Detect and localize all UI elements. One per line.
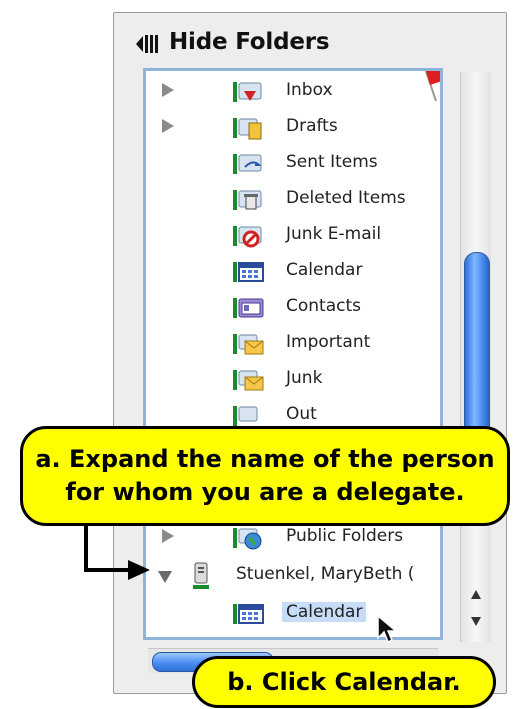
folder-label: Calendar: [282, 602, 367, 622]
flag-icon: [425, 71, 440, 102]
folder-label: Sent Items: [286, 152, 378, 172]
folder-item-drafts[interactable]: Drafts: [146, 109, 440, 145]
folder-label: Junk E-mail: [286, 224, 382, 244]
junk-email-icon: [233, 226, 262, 248]
folder-item-junk-email[interactable]: Junk E-mail: [146, 217, 440, 253]
folder-label: Inbox: [286, 80, 333, 100]
folder-item-calendar[interactable]: Calendar: [146, 253, 440, 289]
folder-item-deleted-items[interactable]: Deleted Items: [146, 181, 440, 217]
calendar-icon: [233, 604, 264, 624]
folder-label: Junk: [286, 368, 323, 388]
folder-label: Calendar: [286, 260, 363, 280]
vertical-scrollbar[interactable]: [460, 72, 491, 642]
scroll-down-icon[interactable]: [461, 610, 491, 632]
delegate-name-label: Stuenkel, MaryBeth (: [236, 564, 415, 584]
expand-arrow-icon[interactable]: [162, 119, 174, 133]
callout-expand-instruction: a. Expand the name of the person for who…: [20, 426, 510, 526]
folder-item-inbox[interactable]: Inbox: [146, 71, 440, 109]
public-folders-icon: [233, 528, 262, 550]
junk-folder-icon: [233, 370, 264, 391]
folder-label: Out: [286, 404, 317, 424]
callout-text: b. Click Calendar.: [227, 668, 461, 696]
callout-line: for whom you are a delegate.: [65, 478, 465, 506]
inbox-icon: [233, 82, 262, 102]
important-folder-icon: [233, 334, 264, 355]
folder-label: Deleted Items: [286, 188, 406, 208]
folder-label: Important: [286, 332, 371, 352]
mouse-cursor-icon: [377, 614, 399, 644]
hide-folders-label[interactable]: Hide Folders: [169, 29, 330, 55]
collapse-arrow-icon[interactable]: [158, 571, 172, 583]
hide-folders-icon[interactable]: [136, 33, 162, 55]
contacts-icon: [233, 298, 264, 318]
expand-arrow-icon[interactable]: [162, 83, 174, 97]
folder-item-junk[interactable]: Junk: [146, 361, 440, 397]
scroll-up-icon[interactable]: [461, 584, 491, 606]
callout-line: a. Expand the name of the person: [35, 445, 495, 473]
folder-tree: Inbox Drafts Sent Items Deleted Items Ju…: [143, 68, 443, 640]
folder-header[interactable]: Hide Folders: [114, 13, 506, 73]
deleted-items-icon: [233, 190, 262, 210]
folder-label: Drafts: [286, 116, 338, 136]
callout-click-calendar: b. Click Calendar.: [192, 656, 496, 708]
folder-item-contacts[interactable]: Contacts: [146, 289, 440, 325]
sent-items-icon: [233, 154, 262, 174]
folder-label: Contacts: [286, 296, 361, 316]
mailbox-user-icon: [193, 562, 209, 589]
drafts-icon: [233, 118, 262, 140]
delegate-mailbox-row[interactable]: Stuenkel, MaryBeth (: [146, 557, 440, 593]
expand-arrow-icon[interactable]: [162, 529, 174, 543]
folder-item-important[interactable]: Important: [146, 325, 440, 361]
folder-item-sent-items[interactable]: Sent Items: [146, 145, 440, 181]
calendar-icon: [233, 262, 264, 282]
folder-label: Public Folders: [286, 526, 404, 546]
